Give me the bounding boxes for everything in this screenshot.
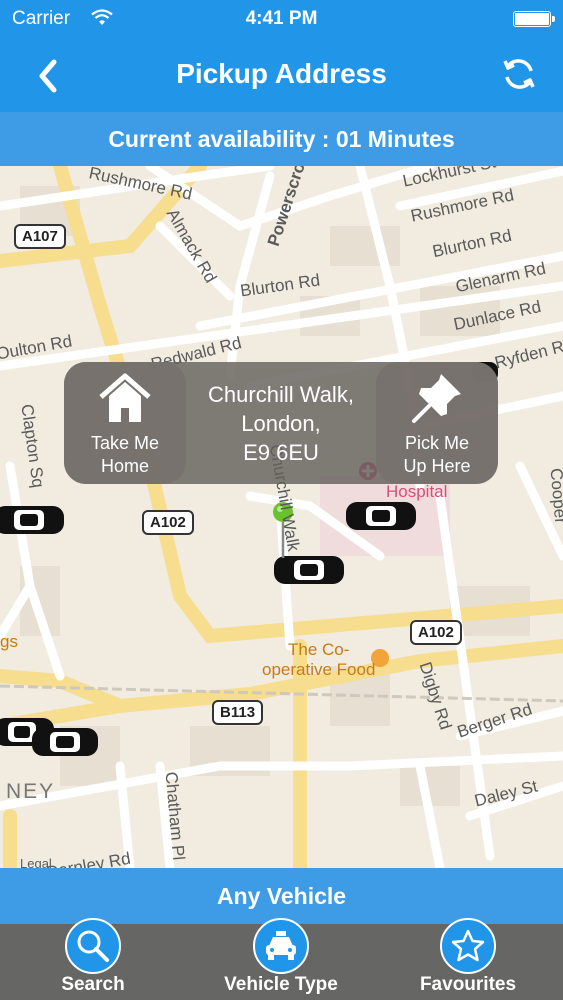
take-me-home-label: Take Me Home: [90, 433, 160, 476]
tab-favourites-label: Favourites: [419, 974, 517, 995]
clock: 4:41 PM: [245, 8, 318, 29]
tab-favourites[interactable]: Favourites: [393, 918, 543, 1000]
tab-bar: Search Vehicle Type Favourites: [0, 918, 563, 1000]
pick-me-up-label: Pick Me Up Here: [403, 433, 471, 476]
poi-label: The Co- operative Food: [262, 640, 376, 679]
area-label: NEY: [6, 780, 56, 803]
legal-link[interactable]: Legal: [20, 856, 52, 868]
road-sign: A107: [14, 224, 66, 249]
refresh-icon[interactable]: [499, 54, 539, 94]
hospital-label: Hospital: [386, 482, 448, 501]
taxi-icon: [266, 931, 296, 960]
tab-vehicle-type[interactable]: Vehicle Type: [196, 918, 366, 1000]
tab-vehicle-type-label: Vehicle Type: [224, 974, 338, 995]
poi-label: gs: [0, 632, 18, 651]
status-bar: Carrier 4:41 PM: [0, 0, 563, 38]
home-icon: [99, 373, 151, 422]
search-icon: [77, 930, 109, 962]
tab-search[interactable]: Search: [18, 918, 168, 1000]
star-icon: [451, 929, 485, 962]
road-sign: B113: [212, 700, 264, 725]
pick-me-up-button[interactable]: Pick Me Up Here: [376, 362, 498, 484]
nav-bar: Pickup Address: [0, 38, 563, 112]
vehicle-filter-button[interactable]: Any Vehicle: [0, 868, 563, 924]
pickup-address: Churchill Walk, London, E9 6EU: [208, 382, 354, 465]
road-sign: A102: [142, 510, 194, 535]
road-sign: A102: [410, 620, 462, 645]
pushpin-icon: [412, 374, 461, 423]
battery-icon: [513, 11, 555, 27]
map-view[interactable]: Rushmore Rd Lockhurst St Rushmore Rd Alm…: [0, 166, 563, 868]
page-title: Pickup Address: [176, 58, 387, 89]
take-me-home-button[interactable]: Take Me Home: [64, 362, 186, 484]
pickup-callout: Take Me Home Churchill Walk, London, E9 …: [64, 362, 498, 484]
tab-search-label: Search: [61, 974, 125, 995]
availability-banner: Current availability : 01 Minutes: [0, 112, 563, 166]
